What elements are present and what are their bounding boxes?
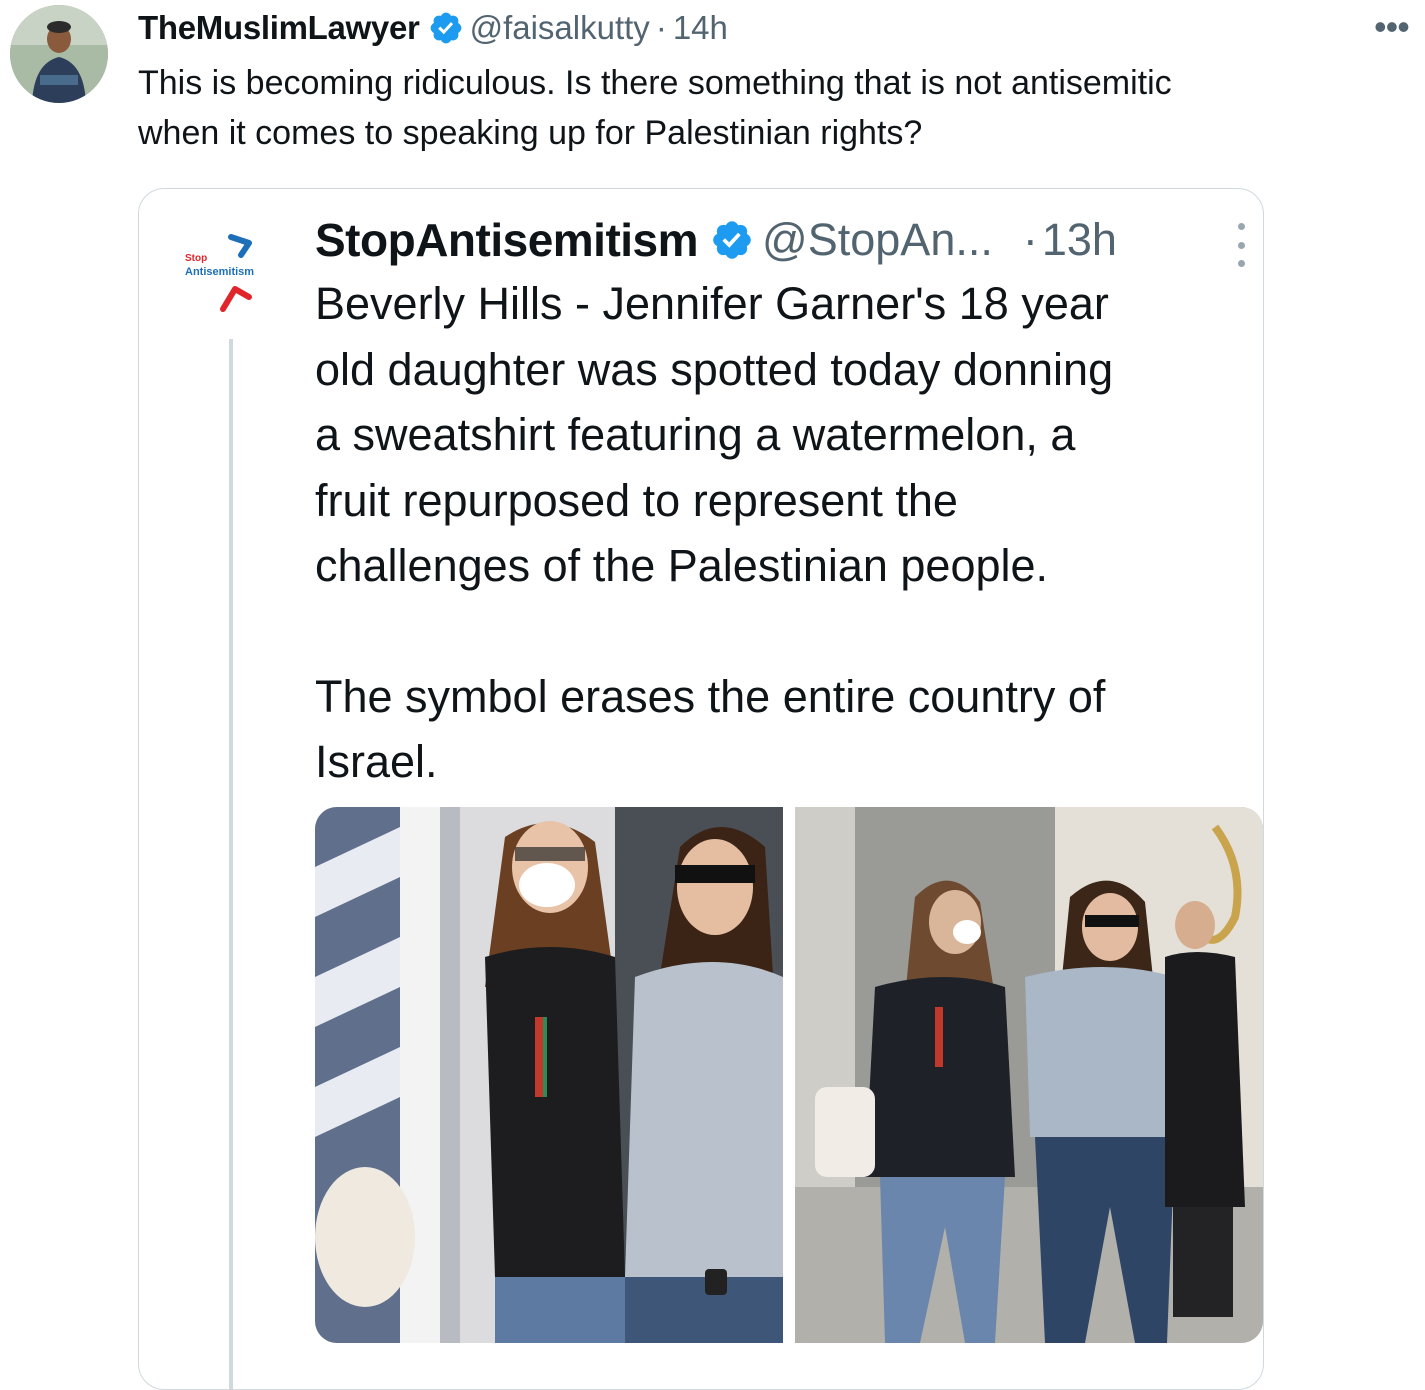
quoted-text-line: a sweatshirt featuring a watermelon, a [315,409,1076,460]
photo-street-right [795,807,1263,1343]
thread-line [229,339,233,1389]
separator-dot: · [655,9,667,46]
logo-text-stop: Stop [185,253,207,264]
quoted-text-line: challenges of the Palestinian people. [315,540,1049,591]
quoted-author-display-name: StopAntisemitism [315,214,699,266]
more-horizontal-icon[interactable]: ••• [1374,9,1410,45]
quoted-text-line: The symbol erases the entire country of [315,670,1106,722]
quoted-tweet-image[interactable]: Stop Antisemitism StopAntisemitism @Stop… [138,188,1264,1390]
quoted-text-line: old daughter was spotted today donning [315,343,1114,395]
quoted-tweet-header: StopAntisemitism @StopAn... · 13h [315,209,1117,271]
separator-dot: · [1022,214,1038,265]
quoted-text-line: fruit repurposed to represent the [315,474,958,526]
quoted-tweet-timestamp: 13h [1041,214,1117,265]
author-avatar[interactable] [10,5,108,103]
stopantisemitism-logo: Stop Antisemitism [179,231,284,316]
logo-text-antisemitism: Antisemitism [185,266,254,278]
author-handle[interactable]: @faisalkutty [470,9,650,47]
tweet-timestamp[interactable]: 14h [673,9,728,47]
tweet-text-line: This is becoming ridiculous. Is there so… [138,64,1172,102]
tweet-header: TheMuslimLawyer @faisalkutty · 14h [138,6,728,50]
verified-badge-icon [428,10,464,46]
quoted-text-line: Israel. [315,736,438,787]
photo-street-left [315,807,783,1343]
more-vertical-icon [1231,223,1251,267]
quoted-author-handle: @StopAn... [762,214,993,265]
tweet-text: This is becoming ridiculous. Is there so… [138,58,1378,158]
author-display-name[interactable]: TheMuslimLawyer [138,9,420,47]
quoted-text-line: Beverly Hills - Jennifer Garner's 18 yea… [315,278,1109,329]
quoted-tweet-text: Beverly Hills - Jennifer Garner's 18 yea… [315,271,1255,795]
tweet-text-line: when it comes to speaking up for Palesti… [138,114,923,152]
verified-badge-icon [710,218,754,262]
